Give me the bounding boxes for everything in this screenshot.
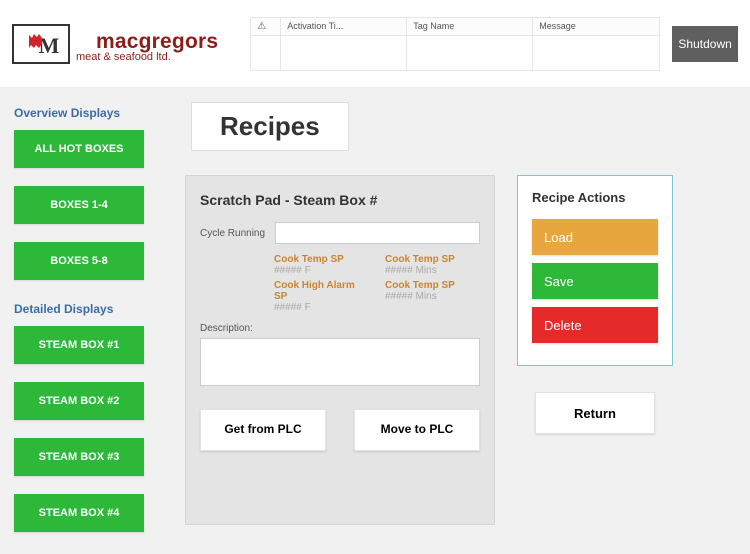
param-name: Cook High Alarm SP (274, 280, 369, 302)
cycle-running-label: Cycle Running (200, 228, 265, 239)
delete-button[interactable]: Delete (532, 307, 658, 343)
scratch-title: Scratch Pad - Steam Box # (200, 192, 480, 208)
param-value: ##### F (274, 265, 369, 276)
save-button[interactable]: Save (532, 263, 658, 299)
main-area: Recipes Scratch Pad - Steam Box # Cycle … (165, 88, 750, 554)
description-input[interactable] (200, 338, 480, 386)
logo: M macgregors meat & seafood ltd. (12, 24, 238, 64)
recipe-actions-panel: Recipe Actions Load Save Delete (517, 175, 673, 366)
move-to-plc-button[interactable]: Move to PLC (354, 409, 480, 451)
logo-sub: meat & seafood ltd. (76, 52, 238, 63)
param-name: Cook Temp SP (385, 280, 480, 291)
return-button[interactable]: Return (535, 392, 655, 434)
cycle-running-input[interactable] (275, 222, 480, 244)
sidebar-item-all-hot-boxes[interactable]: ALL HOT BOXES (14, 130, 144, 168)
warning-icon: ⚠ (257, 21, 266, 32)
logo-icon: M (12, 24, 70, 64)
sidebar: Overview Displays ALL HOT BOXES BOXES 1-… (0, 88, 165, 554)
sidebar-item-boxes-1-4[interactable]: BOXES 1-4 (14, 186, 144, 224)
param-value: ##### Mins (385, 265, 480, 276)
shutdown-button[interactable]: Shutdown (672, 26, 738, 62)
recipe-actions-title: Recipe Actions (532, 190, 658, 205)
detailed-heading: Detailed Displays (0, 298, 165, 326)
sidebar-item-steam-box-4[interactable]: STEAM BOX #4 (14, 494, 144, 532)
load-button[interactable]: Load (532, 219, 658, 255)
sidebar-item-steam-box-1[interactable]: STEAM BOX #1 (14, 326, 144, 364)
status-col-activation: Activation Ti... (281, 18, 406, 36)
scratch-pad-panel: Scratch Pad - Steam Box # Cycle Running … (185, 175, 495, 525)
sidebar-item-boxes-5-8[interactable]: BOXES 5-8 (14, 242, 144, 280)
sidebar-item-steam-box-3[interactable]: STEAM BOX #3 (14, 438, 144, 476)
logo-name: macgregors (76, 25, 238, 52)
param-name: Cook Temp SP (274, 254, 369, 265)
sidebar-item-steam-box-2[interactable]: STEAM BOX #2 (14, 382, 144, 420)
svg-text:M: M (39, 33, 60, 57)
status-col-tag: Tag Name (407, 18, 532, 36)
status-col-message: Message (533, 18, 659, 36)
param-name: Cook Temp SP (385, 254, 480, 265)
status-table: ⚠ Activation Ti... Tag Name Message (250, 17, 660, 71)
overview-heading: Overview Displays (0, 102, 165, 130)
get-from-plc-button[interactable]: Get from PLC (200, 409, 326, 451)
param-value: ##### F (274, 302, 369, 313)
page-title: Recipes (220, 111, 320, 142)
top-bar: M macgregors meat & seafood ltd. ⚠ Activ… (0, 0, 750, 88)
page-title-wrap: Recipes (191, 102, 349, 151)
param-value: ##### Mins (385, 291, 480, 302)
description-label: Description: (200, 323, 480, 334)
